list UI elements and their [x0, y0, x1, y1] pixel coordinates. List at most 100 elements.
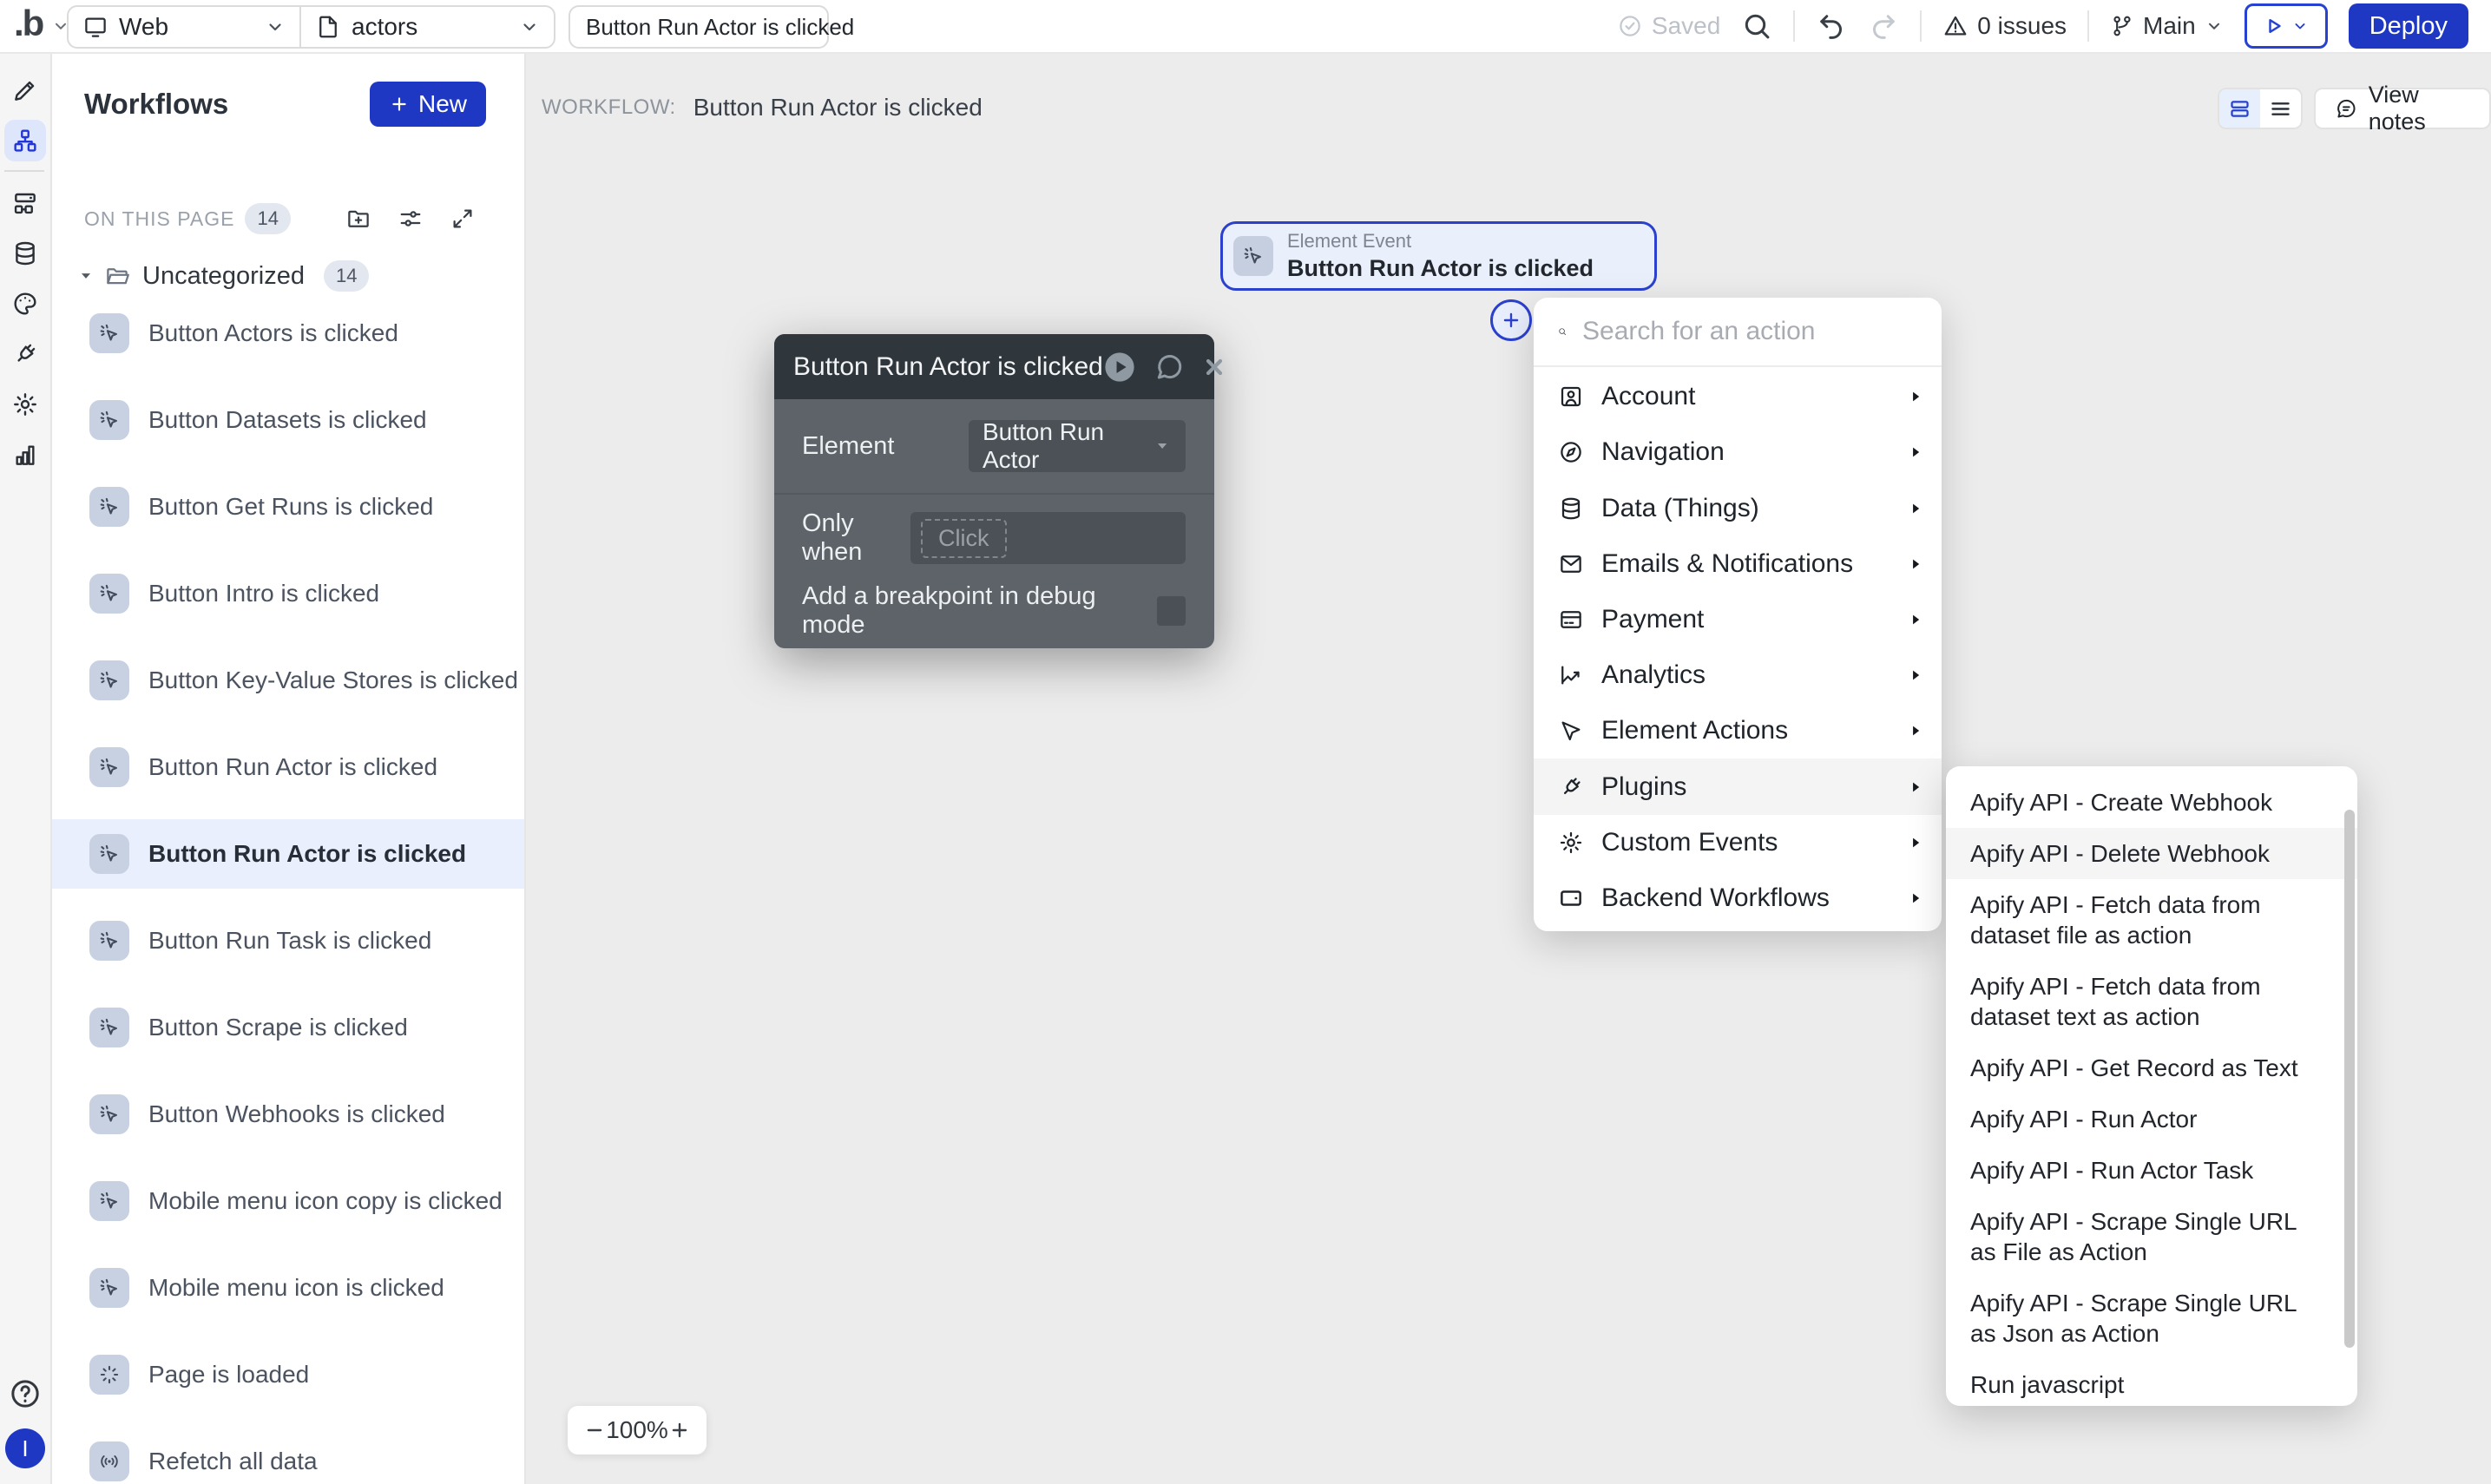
cursor-click-icon [97, 755, 122, 779]
divider [2087, 10, 2090, 42]
submenu-arrow-icon [1907, 778, 1924, 796]
comment-button[interactable] [1153, 351, 1185, 383]
view-notes-button[interactable]: View notes [2314, 82, 2491, 135]
action-search-input[interactable] [1582, 317, 1917, 346]
rail-item[interactable] [4, 69, 46, 111]
filter-button[interactable] [398, 206, 424, 232]
workflow-list-item[interactable]: Refetch all data [52, 1427, 524, 1484]
action-category-item[interactable]: Custom Events [1534, 815, 1942, 870]
action-category-item[interactable]: Account [1534, 369, 1942, 424]
rail-item[interactable] [4, 434, 46, 476]
breakpoint-checkbox[interactable] [1156, 595, 1186, 626]
bubble-logo: .b [14, 3, 44, 43]
close-icon[interactable] [1202, 355, 1226, 379]
action-category-item[interactable]: Data (Things) [1534, 480, 1942, 535]
analytics-icon [1558, 662, 1584, 688]
workflow-list-item[interactable]: Button Scrape is clicked [52, 993, 524, 1062]
submenu-arrow-icon [1907, 834, 1924, 851]
undo-button[interactable] [1816, 10, 1847, 42]
event-card[interactable]: Element Event Button Run Actor is clicke… [1220, 221, 1657, 291]
run-button[interactable] [1103, 351, 1136, 384]
rail-item[interactable] [4, 182, 46, 224]
expand-panel-button[interactable] [450, 206, 476, 232]
workflow-list-item[interactable]: Button Datasets is clicked [52, 385, 524, 455]
chevron-down-icon [265, 16, 286, 37]
workflow-list-item[interactable]: Button Key-Value Stores is clicked [52, 646, 524, 715]
plug-icon [1558, 774, 1584, 800]
list-view-icon [2269, 97, 2292, 121]
redo-button[interactable] [1868, 10, 1899, 42]
workflow-list-item[interactable]: Page is loaded [52, 1340, 524, 1409]
plugin-action-item[interactable]: Apify API - Fetch data from dataset file… [1946, 879, 2357, 961]
blocks-icon [11, 189, 39, 217]
workflow-list-item[interactable]: Button Get Runs is clicked [52, 472, 524, 542]
zoom-in-button[interactable] [668, 1419, 691, 1441]
plugin-action-item[interactable]: Apify API - Create Webhook [1946, 777, 2357, 828]
action-category-item[interactable]: Plugins [1534, 758, 1942, 815]
workflow-list-item[interactable]: Mobile menu icon is clicked [52, 1253, 524, 1323]
preview-button[interactable] [2244, 3, 2328, 49]
plugin-action-item[interactable]: Apify API - Run Actor [1946, 1093, 2357, 1145]
plugin-action-item[interactable]: Apify API - Scrape Single URL as Json as… [1946, 1277, 2357, 1359]
add-action-button[interactable] [1490, 299, 1532, 341]
platform-select[interactable]: Web [69, 7, 301, 47]
action-category-item[interactable]: Backend Workflows [1534, 870, 1942, 926]
rail-item[interactable] [4, 283, 46, 325]
search-button[interactable] [1741, 10, 1772, 42]
help-button[interactable] [8, 1376, 43, 1411]
element-dropdown[interactable]: Button Run Actor [969, 418, 1186, 473]
workflow-list-item[interactable]: Mobile menu icon copy is clicked [52, 1166, 524, 1236]
plugin-action-item[interactable]: Apify API - Get Record as Text [1946, 1042, 2357, 1093]
page-select[interactable]: actors [301, 7, 554, 47]
action-category-item[interactable]: Analytics [1534, 647, 1942, 703]
workflow-canvas[interactable]: WORKFLOW: Button Run Actor is clicked Vi… [528, 54, 2491, 1484]
workflow-list-item[interactable]: Button Webhooks is clicked [52, 1080, 524, 1149]
issues-button[interactable]: 0 issues [1942, 12, 2067, 40]
rail-item[interactable] [4, 384, 46, 425]
rail-item[interactable] [4, 333, 46, 375]
only-when-input[interactable]: Click [910, 512, 1186, 564]
element-label: Element [802, 431, 895, 460]
zoom-out-button[interactable] [583, 1419, 606, 1441]
workflow-list-item[interactable]: Button Run Task is clicked [52, 906, 524, 975]
workflow-list-item[interactable]: Button Run Actor is clicked [52, 819, 524, 889]
palette-icon [11, 290, 39, 318]
action-category-item[interactable]: Navigation [1534, 424, 1942, 480]
workflow-list-item[interactable]: Button Actors is clicked [52, 299, 524, 368]
cards-view-button[interactable] [2219, 89, 2260, 128]
add-folder-button[interactable] [345, 206, 371, 232]
action-category-item[interactable]: Payment [1534, 592, 1942, 647]
page-count-badge: 14 [245, 203, 291, 234]
workflow-group-row[interactable]: Uncategorized 14 [76, 257, 370, 295]
mail-icon [1558, 551, 1584, 577]
avatar[interactable]: I [5, 1428, 45, 1468]
action-category-list: Account Navigation Data (Things) Emails … [1534, 367, 1942, 931]
window-icon [1558, 885, 1584, 911]
plugin-action-item[interactable]: Run javascript [1946, 1359, 2357, 1406]
spinner-icon [97, 1363, 122, 1387]
plus-icon [389, 94, 410, 115]
submenu-scrollbar[interactable] [2344, 810, 2355, 1348]
action-category-item[interactable]: Emails & Notifications [1534, 536, 1942, 592]
bubble-logo-menu[interactable]: .b [14, 0, 70, 52]
canvas-view-toggle [2218, 88, 2303, 129]
plugin-action-item[interactable]: Apify API - Delete Webhook [1946, 828, 2357, 879]
rail-item[interactable] [4, 233, 46, 274]
platform-label: Web [119, 13, 169, 40]
new-workflow-button[interactable]: New [369, 82, 486, 127]
rail-item[interactable] [4, 120, 46, 161]
workflow-list-item[interactable]: Button Run Actor is clicked [52, 732, 524, 802]
branch-selector[interactable]: Main [2110, 12, 2224, 40]
action-category-item[interactable]: Element Actions [1534, 703, 1942, 758]
workflow-list-item[interactable]: Button Intro is clicked [52, 559, 524, 628]
page-label: actors [352, 13, 418, 40]
workflow-selector-dropdown[interactable]: Button Run Actor is clicked [569, 5, 854, 49]
check-circle-icon [1617, 13, 1643, 39]
plugin-action-item[interactable]: Apify API - Run Actor Task [1946, 1145, 2357, 1196]
deploy-button[interactable]: Deploy [2348, 3, 2468, 49]
editor-context-switcher: Web actors [67, 5, 555, 49]
list-view-button[interactable] [2260, 89, 2301, 128]
dialog-header[interactable]: Button Run Actor is clicked [774, 334, 1222, 399]
plugin-action-item[interactable]: Apify API - Scrape Single URL as File as… [1946, 1196, 2357, 1277]
plugin-action-item[interactable]: Apify API - Fetch data from dataset text… [1946, 961, 2357, 1042]
